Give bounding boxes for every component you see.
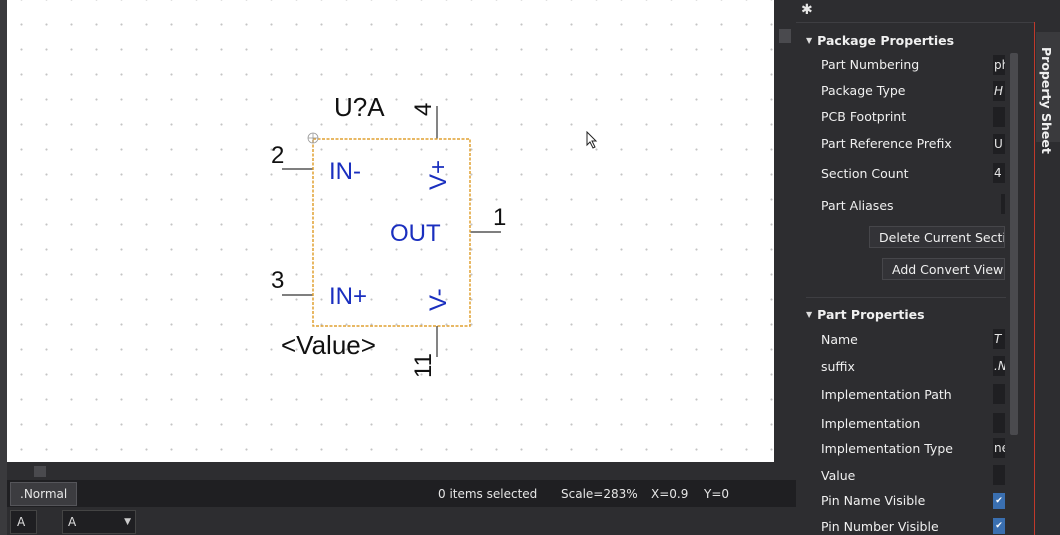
canvas-horizontal-scrollbar[interactable] <box>7 462 796 480</box>
prop-label-implementation: Implementation <box>821 416 921 431</box>
prop-label-name: Name <box>821 332 858 347</box>
add-convert-view-button[interactable]: Add Convert View <box>882 258 1005 280</box>
horizontal-scroll-thumb[interactable] <box>34 466 46 477</box>
prop-label-implementation-type: Implementation Type <box>821 441 953 456</box>
pin-number-3: 3 <box>271 267 284 294</box>
section-dropdown-value: A <box>68 515 77 529</box>
panel-header: ✱ <box>796 0 1034 23</box>
pin-number-visible-checkbox[interactable]: ✔ <box>993 518 1005 534</box>
pin-number-4: 4 <box>410 103 437 116</box>
prop-label-implementation-path: Implementation Path <box>821 387 952 402</box>
left-edge <box>0 0 7 535</box>
pin-name-in-plus: IN+ <box>329 283 367 310</box>
prop-value-value[interactable] <box>993 465 1005 485</box>
scale-status: Scale=283% <box>561 487 638 501</box>
status-bar: .Normal 0 items selected Scale=283% X=0.… <box>7 480 796 507</box>
pin-number-2: 2 <box>271 142 284 169</box>
pin-name-v-plus: V+ <box>425 160 452 190</box>
part-reference[interactable]: U?A <box>334 92 385 122</box>
panel-scroll-thumb[interactable] <box>1010 53 1018 435</box>
property-panel: ✱ ▼Package Properties Part Numbering ph … <box>796 0 1034 535</box>
x-coordinate: X=0.9 <box>651 487 689 501</box>
prop-label-section-count: Section Count <box>821 166 909 181</box>
prop-value-implementation-path[interactable] <box>993 384 1005 404</box>
prop-label-suffix: suffix <box>821 359 855 374</box>
prop-value-part-aliases[interactable] <box>1001 194 1005 214</box>
delete-current-section-button[interactable]: Delete Current Section <box>869 226 1005 248</box>
prop-value-suffix[interactable]: .N <box>993 356 1005 376</box>
origin-marker-icon <box>307 132 319 144</box>
prop-value-section-count[interactable]: 4 <box>993 163 1005 183</box>
panel-scrollbar[interactable] <box>1008 23 1020 535</box>
prop-label-value: Value <box>821 468 856 483</box>
part-properties-header[interactable]: ▼ Part Properties <box>806 307 925 322</box>
vertical-scroll-thumb[interactable] <box>779 29 791 43</box>
canvas-vertical-scrollbar[interactable] <box>774 0 796 462</box>
part-value-label[interactable]: <Value> <box>281 330 376 360</box>
prop-label-pcb-footprint: PCB Footprint <box>821 109 907 124</box>
collapse-triangle-icon: ▼ <box>806 36 813 45</box>
mouse-cursor-icon <box>586 131 598 149</box>
schematic-drawing: U?A <Value> 4 2 1 3 11 IN- OUT IN+ V+ V- <box>271 92 506 378</box>
prop-value-implementation-type[interactable]: ne <box>993 438 1005 458</box>
package-properties-header[interactable]: ▼ Package Properties <box>806 33 954 48</box>
prop-label-pin-number-visible: Pin Number Visible <box>821 519 939 534</box>
pin-name-out: OUT <box>390 220 441 247</box>
property-sheet-tab-label: Property Sheet <box>1039 47 1054 154</box>
selection-status: 0 items selected <box>438 487 538 501</box>
pin-number-1: 1 <box>493 204 506 231</box>
pin-number-11: 11 <box>410 353 437 378</box>
y-coordinate: Y=0 <box>704 487 730 501</box>
prop-value-part-reference-prefix[interactable]: U <box>993 134 1005 154</box>
property-sheet-side-tab: Property Sheet <box>1034 22 1060 535</box>
prop-value-part-numbering[interactable]: ph <box>993 55 1005 75</box>
section-dropdown[interactable]: A ▼ <box>62 510 136 534</box>
prop-value-package-type[interactable]: H <box>993 81 1005 101</box>
pin-name-v-minus: V- <box>425 288 452 311</box>
bottom-toolbar: A A ▼ <box>7 507 796 535</box>
prop-value-implementation[interactable] <box>993 413 1005 433</box>
prop-label-part-reference-prefix: Part Reference Prefix <box>821 136 952 151</box>
section-divider <box>806 297 1006 298</box>
prop-label-package-type: Package Type <box>821 83 906 98</box>
prop-value-name[interactable]: T <box>993 329 1005 349</box>
gear-icon[interactable]: ✱ <box>801 3 813 17</box>
prop-label-part-numbering: Part Numbering <box>821 57 920 72</box>
chevron-down-icon: ▼ <box>124 517 131 527</box>
prop-label-pin-name-visible: Pin Name Visible <box>821 493 926 508</box>
pin-name-visible-checkbox[interactable]: ✔ <box>993 493 1005 509</box>
section-cell[interactable]: A <box>10 510 37 534</box>
prop-value-pcb-footprint[interactable] <box>993 107 1005 127</box>
prop-label-part-aliases: Part Aliases <box>821 198 894 213</box>
view-tab-normal[interactable]: .Normal <box>10 482 78 506</box>
pin-name-in-minus: IN- <box>329 158 361 185</box>
schematic-canvas[interactable]: U?A <Value> 4 2 1 3 11 IN- OUT IN+ V+ V- <box>7 0 774 462</box>
property-sheet-tab[interactable]: Property Sheet <box>1036 32 1060 154</box>
collapse-triangle-icon: ▼ <box>806 310 813 319</box>
